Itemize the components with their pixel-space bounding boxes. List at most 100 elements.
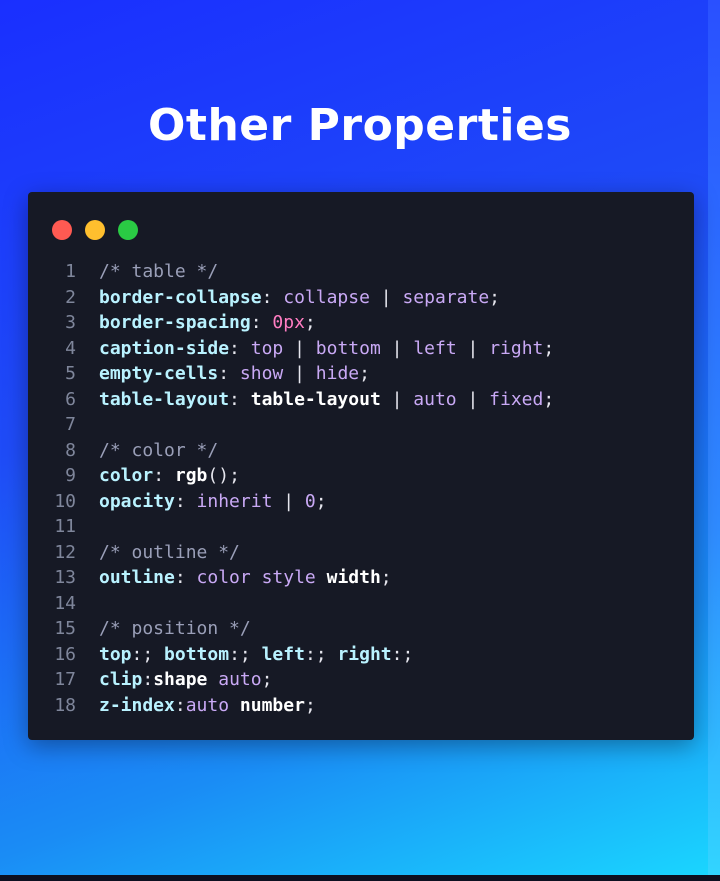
code-line-content: outline: color style width; [99, 565, 392, 591]
code-token: : [250, 312, 273, 333]
line-number: 3 [65, 312, 76, 333]
code-token: shape [153, 669, 208, 690]
code-token: ; [543, 388, 555, 410]
code-line: 3 border-spacing: 0px; [40, 310, 554, 336]
bottom-edge-strip [0, 875, 720, 881]
code-token: /* position */ [99, 618, 251, 639]
code-token: : [229, 337, 251, 359]
code-token: collapse [283, 286, 370, 308]
code-token: ; [304, 694, 316, 716]
code-token: ; [359, 363, 370, 384]
code-token: top [250, 337, 284, 359]
line-number: 5 [65, 363, 76, 384]
code-token: table-layout [99, 388, 230, 410]
code-token: hide [315, 363, 360, 384]
code-token: clip [99, 669, 143, 690]
code-token: right [489, 337, 544, 359]
line-number: 14 [54, 592, 76, 614]
code-line: 6 table-layout: table-layout | auto | fix… [40, 387, 554, 413]
line-number: 1 [65, 261, 76, 282]
code-token: :; [391, 643, 414, 665]
code-token: color [99, 465, 154, 486]
code-token: border-spacing [99, 312, 251, 333]
code-line: 10 opacity: inherit | 0; [40, 489, 554, 515]
code-token: show [239, 363, 284, 384]
line-number: 7 [65, 414, 76, 435]
code-token: ; [489, 286, 501, 308]
line-number: 18 [54, 694, 76, 716]
code-line-content: border-collapse: collapse | separate; [99, 285, 500, 311]
code-token: :; [304, 643, 338, 665]
code-line-content: table-layout: table-layout | auto | fixe… [99, 387, 554, 413]
code-token: ; [543, 337, 555, 359]
code-token: separate [402, 286, 490, 308]
code-token: | [380, 337, 414, 359]
code-token: : [174, 490, 197, 512]
code-line: 7 [40, 412, 554, 438]
code-token: z-index [99, 694, 175, 716]
code-token: : [261, 286, 284, 308]
code-line: 2 border-collapse: collapse | separate; [40, 285, 554, 311]
code-token: left [413, 337, 457, 359]
code-token: | [283, 363, 316, 384]
code-line-content: clip:shape auto; [99, 667, 272, 693]
code-line: 1 /* table */ [40, 259, 554, 285]
line-number: 6 [65, 388, 76, 410]
code-line-content: top:; bottom:; left:; right:; [99, 642, 413, 668]
code-line: 8 /* color */ [40, 438, 554, 464]
code-token: color [196, 567, 251, 588]
code-token: auto [413, 388, 457, 410]
maximize-dot-icon [118, 220, 138, 240]
code-token: /* color */ [99, 439, 219, 461]
code-token: right [337, 643, 392, 665]
code-token: : [218, 363, 240, 384]
code-line: 5 empty-cells: show | hide; [40, 361, 554, 387]
code-line: 11 [40, 514, 554, 540]
code-token: : [153, 465, 175, 486]
code-token: :; [229, 643, 262, 665]
code-line-content: /* color */ [99, 438, 218, 464]
code-token: | [380, 388, 414, 410]
code-line-content: /* table */ [99, 259, 218, 285]
code-token: 0px [272, 312, 305, 333]
code-line: 9 color: rgb(); [40, 463, 554, 489]
code-token: : [174, 567, 197, 588]
code-line: 18 z-index:auto number; [40, 693, 554, 719]
code-line: 17 clip:shape auto; [40, 667, 554, 693]
code-line-content: z-index:auto number; [99, 693, 316, 719]
line-number: 4 [65, 337, 76, 359]
line-number: 17 [54, 669, 76, 690]
line-number: 2 [65, 286, 76, 308]
code-token: : [229, 388, 251, 410]
close-dot-icon [52, 220, 72, 240]
code-token: inherit [196, 490, 273, 512]
code-line: 15 /* position */ [40, 616, 554, 642]
code-line: 16 top:; bottom:; left:; right:; [40, 642, 554, 668]
code-token: empty-cells [99, 363, 219, 384]
line-number: 12 [54, 541, 76, 563]
code-token: | [456, 337, 490, 359]
code-line: 4 caption-side: top | bottom | left | rig… [40, 336, 554, 362]
code-line: 12 /* outline */ [40, 540, 554, 566]
code-token: opacity [99, 490, 175, 512]
code-token: auto [218, 669, 262, 690]
code-token: width [326, 567, 381, 588]
code-line-content: color: rgb(); [99, 463, 240, 489]
code-line-content: caption-side: top | bottom | left | righ… [99, 336, 554, 362]
code-token: 0 [304, 490, 316, 512]
code-token: | [369, 286, 403, 308]
page-title: Other Properties [148, 100, 572, 151]
line-number: 16 [54, 643, 76, 665]
line-number: 10 [54, 490, 76, 512]
code-token: top [99, 643, 132, 665]
code-token: border-collapse [99, 286, 262, 308]
line-number: 9 [65, 465, 76, 486]
code-token: : [174, 694, 186, 716]
code-token: style [261, 567, 316, 588]
code-token: /* outline */ [99, 541, 240, 563]
code-token: (); [207, 465, 240, 486]
